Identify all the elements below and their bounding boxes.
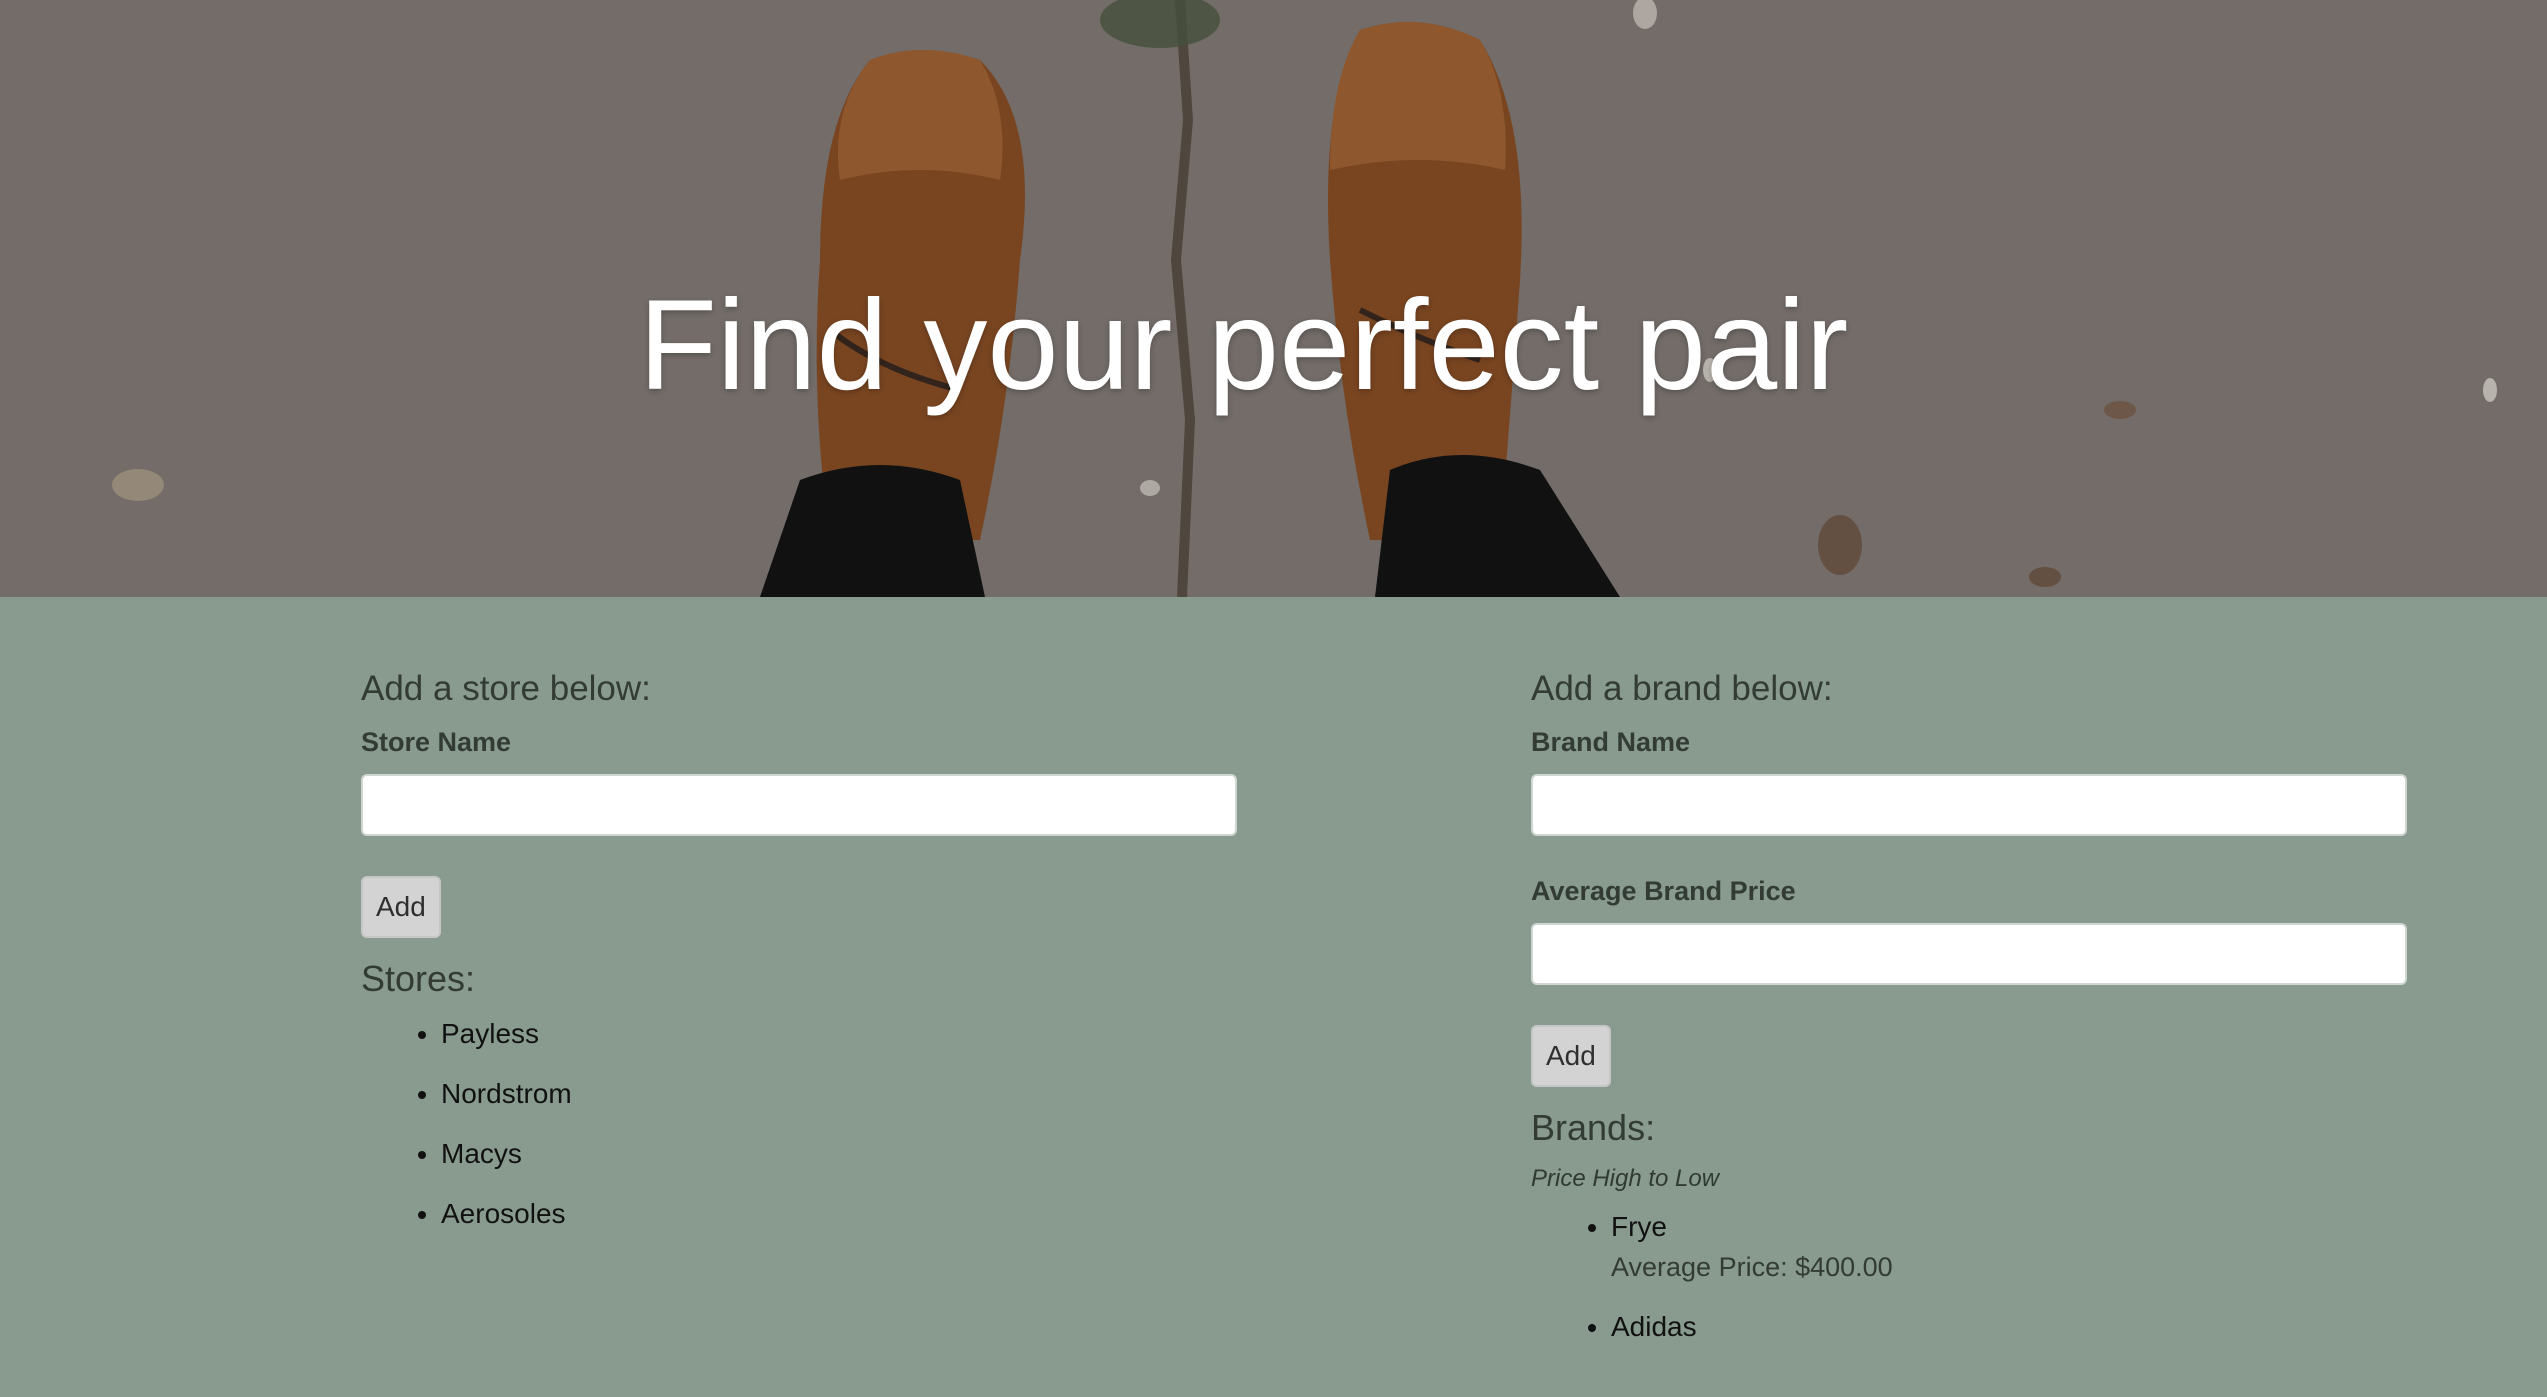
add-store-button[interactable]: Add xyxy=(361,876,441,938)
brand-item: Frye Average Price: $400.00 xyxy=(1611,1209,2411,1285)
sort-order-note: Price High to Low xyxy=(1531,1165,1720,1192)
main-content: Add a store below: Store Name Add Stores… xyxy=(0,597,2547,1397)
store-form-column: Add a store below: Store Name Add Stores… xyxy=(361,669,1241,1256)
add-brand-heading: Add a brand below: xyxy=(1531,669,1833,708)
store-name-input[interactable] xyxy=(361,774,1237,836)
stores-list-heading: Stores: xyxy=(361,958,476,999)
brand-name: Frye xyxy=(1611,1211,1667,1242)
add-brand-button[interactable]: Add xyxy=(1531,1025,1611,1087)
add-store-heading: Add a store below: xyxy=(361,669,651,708)
store-item: Nordstrom xyxy=(441,1076,1241,1112)
brands-list-heading: Brands: xyxy=(1531,1107,1656,1148)
hero-banner: Find your perfect pair xyxy=(0,0,2547,597)
brand-average-price: Average Price: $400.00 xyxy=(1611,1252,1893,1282)
average-price-label: Average Brand Price xyxy=(1531,876,1796,906)
brand-name: Adidas xyxy=(1611,1311,1697,1342)
store-item: Macys xyxy=(441,1136,1241,1172)
brand-name-input[interactable] xyxy=(1531,774,2407,836)
brand-name-label: Brand Name xyxy=(1531,727,1691,757)
brands-list: Frye Average Price: $400.00 Adidas xyxy=(1531,1209,2411,1345)
store-item: Aerosoles xyxy=(441,1196,1241,1232)
store-item: Payless xyxy=(441,1016,1241,1052)
page-title: Find your perfect pair xyxy=(638,273,1849,417)
average-price-input[interactable] xyxy=(1531,923,2407,985)
brand-item: Adidas xyxy=(1611,1309,2411,1345)
brand-form-column: Add a brand below: Brand Name Average Br… xyxy=(1531,669,2411,1369)
store-name-label: Store Name xyxy=(361,727,512,757)
stores-list: Payless Nordstrom Macys Aerosoles xyxy=(361,1016,1241,1232)
